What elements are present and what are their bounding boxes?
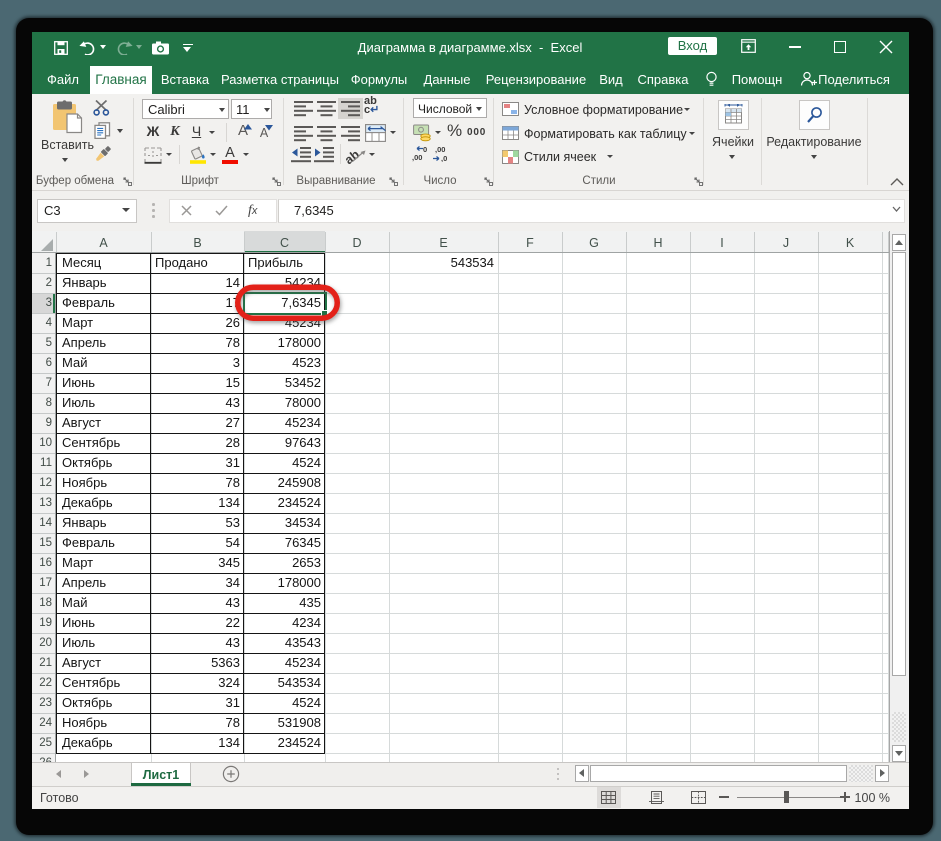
svg-text:,00: ,00 (435, 145, 445, 154)
svg-text:,00: ,00 (412, 153, 422, 162)
svg-text:,0: ,0 (441, 154, 447, 162)
svg-text:0: 0 (423, 145, 427, 154)
